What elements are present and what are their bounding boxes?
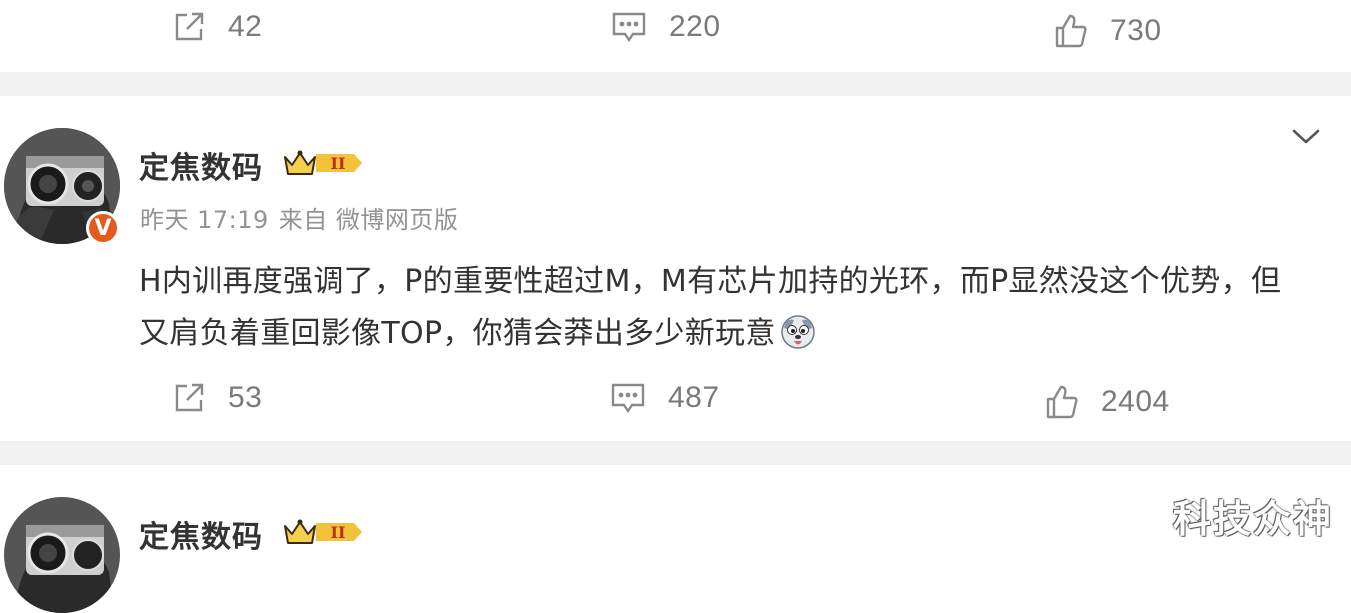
like-count: 730: [1110, 14, 1162, 47]
dog-tongue-emoji: [780, 314, 815, 349]
share-icon: [175, 12, 204, 41]
comment-count: 487: [668, 381, 720, 414]
post-text-content: H内训再度强调了，P的重要性超过M，M有芯片加持的光环，而P显然没这个优势，但又…: [139, 264, 1282, 351]
avatar[interactable]: [4, 497, 120, 613]
like-icon: [1055, 14, 1087, 48]
like-icon: [1046, 385, 1078, 419]
comment-button[interactable]: 487: [610, 381, 720, 415]
author-name[interactable]: 定焦数码: [139, 143, 263, 187]
separator: [0, 72, 1351, 96]
level-badge-label: II: [331, 154, 346, 173]
verified-badge: V: [86, 211, 120, 245]
share-icon: [175, 383, 204, 412]
comment-button[interactable]: 220: [611, 10, 721, 44]
comment-icon: [612, 12, 646, 43]
crown-badge-icon[interactable]: II: [282, 517, 366, 547]
comment-icon: [611, 383, 645, 414]
post-meta: 昨天 17:19 来自 微博网页版: [140, 200, 468, 235]
share-button[interactable]: 42: [172, 10, 262, 44]
level-badge-label: II: [331, 523, 346, 542]
share-button[interactable]: 53: [172, 381, 262, 415]
share-count: 42: [228, 10, 263, 43]
like-count: 2404: [1101, 385, 1170, 418]
author-name[interactable]: 定焦数码: [139, 512, 263, 556]
share-count: 53: [228, 381, 263, 414]
chevron-down-icon[interactable]: [1291, 128, 1321, 146]
separator: [0, 441, 1351, 465]
post-card-previous: 42 220 730: [0, 0, 1351, 72]
watermark: 科技众神: [1172, 497, 1333, 541]
crown-badge-icon[interactable]: II: [282, 148, 366, 178]
like-button[interactable]: 2404: [1045, 384, 1170, 420]
post-time[interactable]: 昨天 17:19: [140, 206, 269, 234]
post-text: H内训再度强调了，P的重要性超过M，M有芯片加持的光环，而P显然没这个优势，但又…: [139, 256, 1309, 360]
comment-count: 220: [669, 10, 721, 43]
post-source: 来自 微博网页版: [278, 206, 459, 234]
like-button[interactable]: 730: [1054, 13, 1162, 49]
